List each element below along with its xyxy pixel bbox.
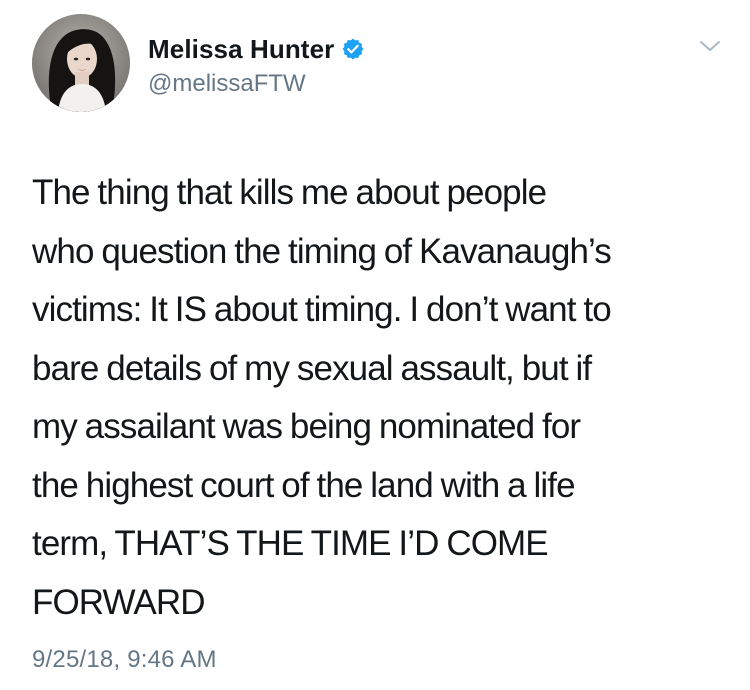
verified-badge-icon (341, 37, 365, 61)
tweet-header: Melissa Hunter @melissaFTW (32, 14, 722, 114)
tweet-text-line: The thing that kills me about people (32, 173, 547, 212)
chevron-down-icon[interactable] (698, 34, 722, 58)
author-display-name[interactable]: Melissa Hunter (148, 34, 334, 65)
tweet-text-line: FORWARD (32, 582, 205, 622)
tweet-text-line: the highest court of the land with a lif… (32, 465, 576, 505)
author-handle[interactable]: @melissaFTW (148, 70, 306, 98)
avatar[interactable] (32, 14, 130, 112)
author-name-row: Melissa Hunter (148, 32, 365, 66)
profile-photo-icon (32, 14, 130, 112)
tweet-text-line: term, THAT’S THE TIME I’D COME (32, 524, 549, 563)
tweet-text-line: bare details of my sexual assault, but i… (32, 348, 592, 388)
tweet-text-line: who question the timing of Kavanaugh’s (32, 231, 612, 271)
tweet-text-line: victims: It IS about timing. I don’t wan… (32, 290, 612, 329)
tweet-text: The thing that kills me about people who… (32, 164, 720, 632)
tweet-timestamp[interactable]: 9/25/18, 9:46 AM (32, 646, 217, 674)
tweet-text-line: my assailant was being nominated for (32, 407, 581, 446)
tweet-card: Melissa Hunter @melissaFTW The thing tha… (0, 0, 750, 690)
